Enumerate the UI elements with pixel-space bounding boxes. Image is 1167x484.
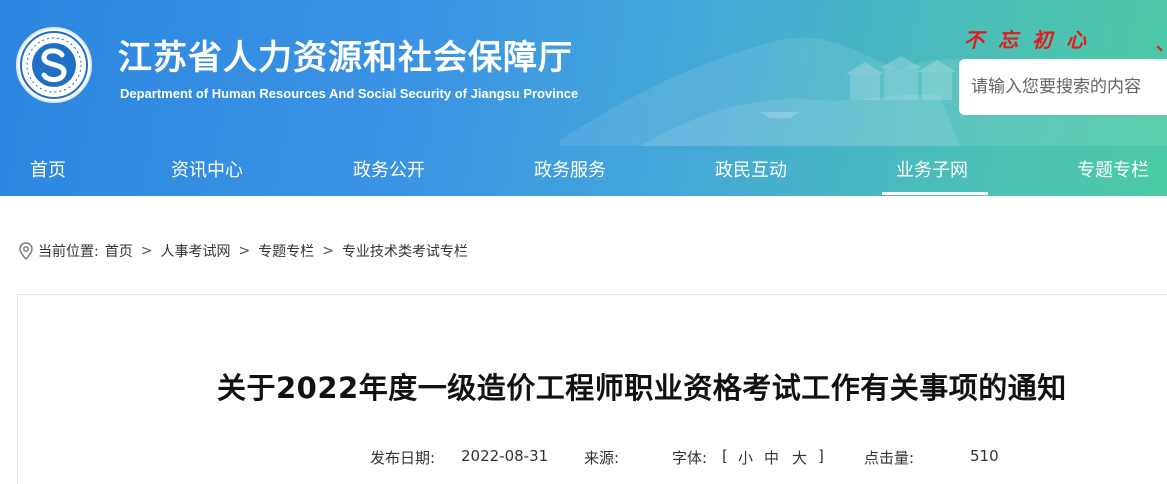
- article-panel: 关于2022年度一级造价工程师职业资格考试工作有关事项的通知 发布日期: 202…: [17, 294, 1167, 484]
- breadcrumb-link-personnel-exam[interactable]: 人事考试网: [160, 241, 230, 261]
- breadcrumb-separator: >: [238, 243, 251, 259]
- breadcrumb-separator: >: [322, 243, 334, 259]
- font-size-large-option[interactable]: 大: [792, 447, 807, 468]
- search-input[interactable]: [971, 59, 1167, 115]
- breadcrumb-link-home[interactable]: 首页: [105, 241, 133, 261]
- nav-item-public-interaction[interactable]: 政民互动: [715, 156, 787, 182]
- nav-item-special-topics[interactable]: 专题专栏: [1077, 156, 1149, 182]
- breadcrumb-separator: >: [140, 243, 153, 259]
- view-count-label: 点击量:: [864, 449, 915, 467]
- slogan-tail: 、: [1156, 30, 1167, 56]
- site-logo[interactable]: [16, 27, 92, 103]
- view-count-value: 510: [970, 447, 999, 465]
- nav-item-government-services[interactable]: 政务服务: [534, 156, 606, 182]
- site-title: 江苏省人力资源和社会保障厅: [118, 38, 573, 78]
- font-size-medium-option[interactable]: 中: [764, 447, 779, 468]
- font-size-label: 字体:: [672, 449, 708, 467]
- site-header: 江苏省人力资源和社会保障厅 Department of Human Resour…: [0, 0, 1167, 196]
- nav-item-government-affairs-disclosure[interactable]: 政务公开: [353, 156, 425, 182]
- nav-active-indicator: [882, 192, 988, 195]
- slogan: 不忘初心: [964, 28, 1100, 52]
- social-security-emblem-icon: [20, 31, 88, 99]
- nav-item-news-center[interactable]: 资讯中心: [171, 156, 243, 182]
- nav-item-business-subsites[interactable]: 业务子网: [896, 156, 968, 182]
- font-size-small-option[interactable]: 小: [738, 447, 753, 468]
- breadcrumb-link-professional-exam-column[interactable]: 专业技术类考试专栏: [342, 241, 468, 261]
- search-box: [959, 59, 1167, 115]
- publish-date-value: 2022-08-31: [461, 447, 549, 465]
- font-size-bracket-close: ]: [818, 447, 824, 465]
- breadcrumb-link-special-topics[interactable]: 专题专栏: [258, 241, 314, 261]
- breadcrumb: 当前位置: 首页 > 人事考试网 > 专题专栏 > 专业技术类考试专栏: [18, 240, 468, 262]
- article-title: 关于2022年度一级造价工程师职业资格考试工作有关事项的通知: [217, 371, 1067, 405]
- breadcrumb-prefix: 当前位置:: [38, 244, 99, 260]
- main-nav: 首页 资讯中心 政务公开 政务服务 政民互动 业务子网 专题专栏: [0, 146, 1167, 196]
- location-pin-icon: [19, 242, 33, 260]
- font-size-bracket-open: [: [722, 447, 728, 465]
- nav-item-home[interactable]: 首页: [30, 156, 66, 182]
- publish-date-label: 发布日期:: [370, 449, 436, 467]
- site-subtitle: Department of Human Resources And Social…: [120, 86, 579, 101]
- source-label: 来源:: [584, 449, 620, 467]
